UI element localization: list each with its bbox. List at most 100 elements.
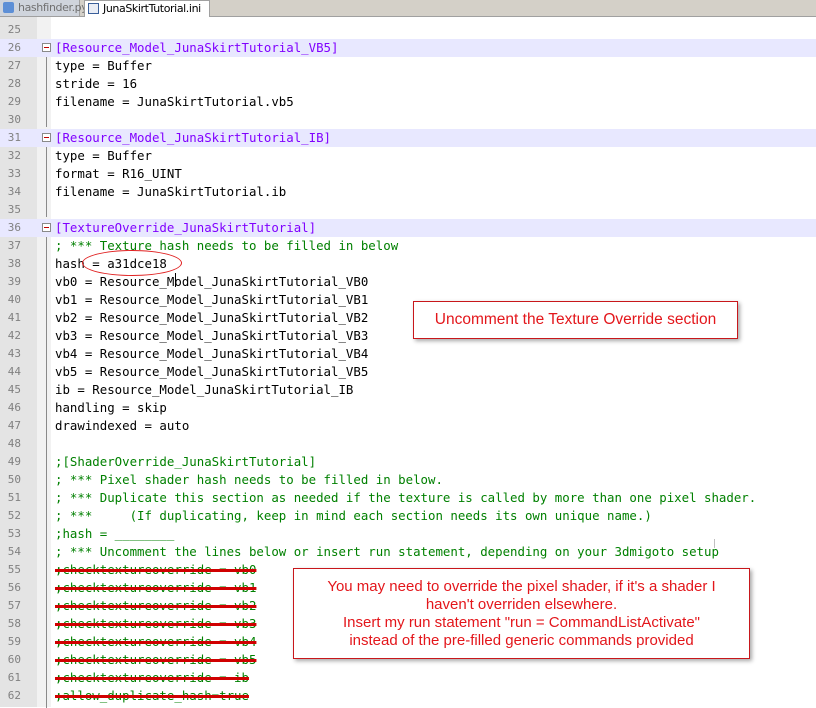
code-line: 34 filename = JunaSkirtTutorial.ib	[0, 183, 816, 201]
code-text: format = R16_UINT	[55, 166, 182, 181]
code-text: type = Buffer	[55, 148, 152, 163]
line-number: 41	[7, 311, 21, 324]
line-number: 35	[7, 203, 21, 216]
code-line: 51 ; *** Duplicate this section as needed…	[0, 489, 816, 507]
code-line: 31 [Resource_Model_JunaSkirtTutorial_IB]	[0, 129, 816, 147]
line-number: 45	[7, 383, 21, 396]
fold-toggle-icon[interactable]	[42, 43, 51, 52]
line-number: 44	[7, 365, 21, 378]
hash-highlight-circle	[82, 250, 182, 276]
line-number: 59	[7, 635, 21, 648]
code-line: 46 handling = skip	[0, 399, 816, 417]
code-text: vb2 = Resource_Model_JunaSkirtTutorial_V…	[55, 310, 369, 325]
line-number: 25	[7, 23, 21, 36]
code-text: drawindexed = auto	[55, 418, 190, 433]
line-number: 56	[7, 581, 21, 594]
code-text: [Resource_Model_JunaSkirtTutorial_IB]	[55, 130, 332, 145]
code-text: vb4 = Resource_Model_JunaSkirtTutorial_V…	[55, 346, 369, 361]
line-number: 38	[7, 257, 21, 270]
code-text: ;checktextureoverride = vb2	[55, 598, 257, 613]
code-line: 26 [Resource_Model_JunaSkirtTutorial_VB5]	[0, 39, 816, 57]
code-line: 61 ;checktextureoverride = ib	[0, 669, 816, 687]
line-number: 46	[7, 401, 21, 414]
code-line: 52 ; *** (If duplicating, keep in mind ea…	[0, 507, 816, 525]
code-text: vb5 = Resource_Model_JunaSkirtTutorial_V…	[55, 364, 369, 379]
line-number: 52	[7, 509, 21, 522]
line-number: 47	[7, 419, 21, 432]
callout-text: Uncomment the Texture Override section	[434, 311, 717, 328]
line-number: 49	[7, 455, 21, 468]
code-line: 25	[0, 21, 816, 39]
code-text: ; *** Pixel shader hash needs to be fill…	[55, 472, 443, 487]
code-text: ;checktextureoverride = vb4	[55, 634, 257, 649]
code-text: ; *** Duplicate this section as needed i…	[55, 490, 757, 505]
code-line: 62 ;allow_duplicate_hash=true	[0, 687, 816, 705]
code-line: 35	[0, 201, 816, 219]
tab-junaskirttutorial-ini[interactable]: JunaSkirtTutorial.ini	[84, 0, 210, 17]
code-text: vb0 = Resource_Model_JunaSkirtTutorial_V…	[55, 274, 369, 289]
line-number: 42	[7, 329, 21, 342]
code-line: 47 drawindexed = auto	[0, 417, 816, 435]
ini-file-icon	[88, 3, 99, 14]
code-text: handling = skip	[55, 400, 167, 415]
code-text: ; *** (If duplicating, keep in mind each…	[55, 508, 652, 523]
code-line: 45 ib = Resource_Model_JunaSkirtTutorial_…	[0, 381, 816, 399]
code-text: ;checktextureoverride = vb1	[55, 580, 257, 595]
code-text: ;hash = ________	[55, 526, 175, 541]
line-number: 54	[7, 545, 21, 558]
code-text: type = Buffer	[55, 58, 152, 73]
text-caret	[175, 273, 176, 287]
line-number: 50	[7, 473, 21, 486]
line-number: 53	[7, 527, 21, 540]
callout-line: Insert my run statement "run = CommandLi…	[342, 614, 701, 631]
code-text: ib = Resource_Model_JunaSkirtTutorial_IB	[55, 382, 354, 397]
code-text: ;checktextureoverride = vb3	[55, 616, 257, 631]
code-line: 49 ;[ShaderOverride_JunaSkirtTutorial]	[0, 453, 816, 471]
code-line: 32 type = Buffer	[0, 147, 816, 165]
tab-label: hashfinder.py	[18, 1, 88, 14]
code-text: stride = 16	[55, 76, 138, 91]
callout-line: haven't overriden elsewhere.	[425, 596, 618, 613]
tab-hashfinder[interactable]: hashfinder.py	[0, 0, 88, 16]
code-text: ; *** Uncomment the lines below or inser…	[55, 544, 719, 559]
line-number: 40	[7, 293, 21, 306]
code-line: 28 stride = 16	[0, 75, 816, 93]
code-text: vb1 = Resource_Model_JunaSkirtTutorial_V…	[55, 292, 369, 307]
code-line: 50 ; *** Pixel shader hash needs to be fi…	[0, 471, 816, 489]
line-number: 43	[7, 347, 21, 360]
code-line: 36 [TextureOverride_JunaSkirtTutorial]	[0, 219, 816, 237]
code-line: 29 filename = JunaSkirtTutorial.vb5	[0, 93, 816, 111]
code-text: ;[ShaderOverride_JunaSkirtTutorial]	[55, 454, 317, 469]
line-number: 60	[7, 653, 21, 666]
code-line: 54 ; *** Uncomment the lines below or ins…	[0, 543, 816, 561]
line-number: 36	[7, 221, 21, 234]
line-number: 61	[7, 671, 21, 684]
code-line: 27 type = Buffer	[0, 57, 816, 75]
code-line: 48	[0, 435, 816, 453]
callout-pixel-shader: You may need to override the pixel shade…	[293, 568, 750, 659]
fold-toggle-icon[interactable]	[42, 223, 51, 232]
tab-bar: hashfinder.py JunaSkirtTutorial.ini	[0, 0, 816, 17]
line-number: 32	[7, 149, 21, 162]
callout-line: instead of the pre-filled generic comman…	[349, 632, 694, 649]
code-text: ;allow_duplicate_hash=true	[55, 688, 249, 703]
code-text: ;checktextureoverride = ib	[55, 670, 249, 685]
code-line: 33 format = R16_UINT	[0, 165, 816, 183]
line-number: 39	[7, 275, 21, 288]
line-number: 28	[7, 77, 21, 90]
code-line: 43 vb4 = Resource_Model_JunaSkirtTutorial…	[0, 345, 816, 363]
line-number: 58	[7, 617, 21, 630]
code-text: ;checktextureoverride = vb5	[55, 652, 257, 667]
code-line: 30	[0, 111, 816, 129]
line-number: 31	[7, 131, 21, 144]
python-file-icon	[3, 2, 14, 13]
line-number: 26	[7, 41, 21, 54]
line-number: 57	[7, 599, 21, 612]
fold-toggle-icon[interactable]	[42, 133, 51, 142]
code-text: [Resource_Model_JunaSkirtTutorial_VB5]	[55, 40, 339, 55]
line-number: 51	[7, 491, 21, 504]
code-text: filename = JunaSkirtTutorial.vb5	[55, 94, 294, 109]
code-text: [TextureOverride_JunaSkirtTutorial]	[55, 220, 317, 235]
line-number: 37	[7, 239, 21, 252]
line-number: 27	[7, 59, 21, 72]
